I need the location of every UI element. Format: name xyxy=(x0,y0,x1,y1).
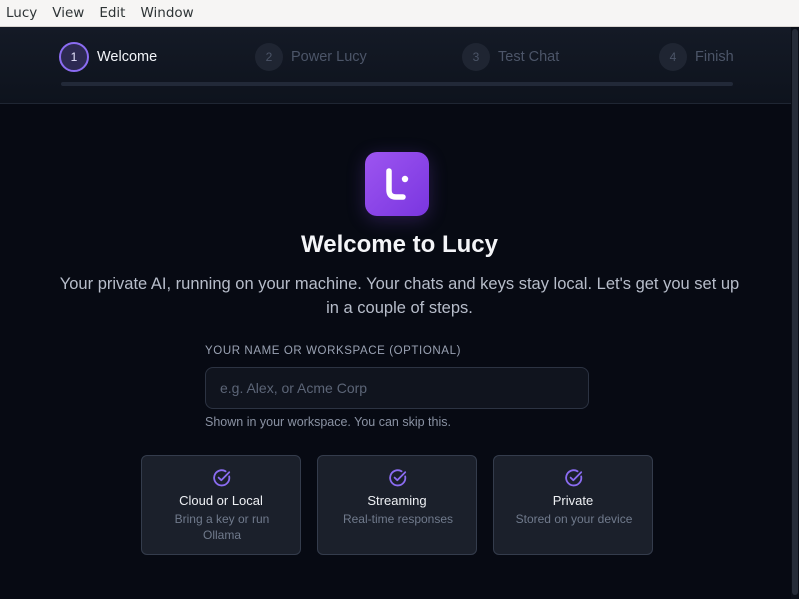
step-label: Power Lucy xyxy=(291,49,367,65)
feature-title: Cloud or Local xyxy=(179,493,263,508)
step-power-lucy[interactable]: 2 Power Lucy xyxy=(255,41,367,73)
scrollbar[interactable] xyxy=(791,27,799,599)
page-title: Welcome to Lucy xyxy=(301,231,498,258)
menu-view[interactable]: View xyxy=(52,5,84,21)
menu-edit[interactable]: Edit xyxy=(99,5,125,21)
feature-description: Bring a key or run Ollama xyxy=(174,512,270,542)
menu-lucy[interactable]: Lucy xyxy=(6,5,37,21)
step-finish[interactable]: 4 Finish xyxy=(659,41,734,73)
feature-description: Real-time responses xyxy=(342,512,454,526)
name-field-hint: Shown in your workspace. You can skip th… xyxy=(205,415,451,429)
step-label: Finish xyxy=(695,49,734,65)
feature-card-private: Private Stored on your device xyxy=(493,455,653,555)
feature-description: Stored on your device xyxy=(515,512,633,526)
progress-track xyxy=(61,82,733,86)
check-circle-icon xyxy=(565,469,583,487)
feature-card-cloud-or-local: Cloud or Local Bring a key or run Ollama xyxy=(141,455,301,555)
step-number: 4 xyxy=(659,43,687,71)
scrollbar-thumb[interactable] xyxy=(792,29,798,595)
step-test-chat[interactable]: 3 Test Chat xyxy=(462,41,559,73)
feature-title: Streaming xyxy=(367,493,427,508)
lucy-logo-glyph-icon xyxy=(386,168,409,200)
step-label: Test Chat xyxy=(498,49,560,65)
onboarding-window: 1 Welcome 2 Power Lucy 3 Test Chat 4 Fin… xyxy=(0,27,799,599)
onboarding-stepper: 1 Welcome 2 Power Lucy 3 Test Chat 4 Fin… xyxy=(0,27,799,104)
name-field-label: YOUR NAME OR WORKSPACE (OPTIONAL) xyxy=(205,345,461,357)
menu-bar: Lucy View Edit Window xyxy=(0,0,799,27)
lucy-logo xyxy=(365,152,429,216)
step-welcome[interactable]: 1 Welcome xyxy=(59,41,157,73)
menu-window[interactable]: Window xyxy=(140,5,193,21)
step-number: 2 xyxy=(255,43,283,71)
feature-title: Private xyxy=(552,493,594,508)
check-circle-icon xyxy=(213,469,231,487)
check-circle-icon xyxy=(389,469,407,487)
step-label: Welcome xyxy=(97,49,158,65)
page-subtitle: Your private AI, running on your machine… xyxy=(59,275,740,317)
feature-card-streaming: Streaming Real-time responses xyxy=(317,455,477,555)
name-input[interactable] xyxy=(205,367,589,409)
step-number: 3 xyxy=(462,43,490,71)
step-number: 1 xyxy=(59,42,89,72)
